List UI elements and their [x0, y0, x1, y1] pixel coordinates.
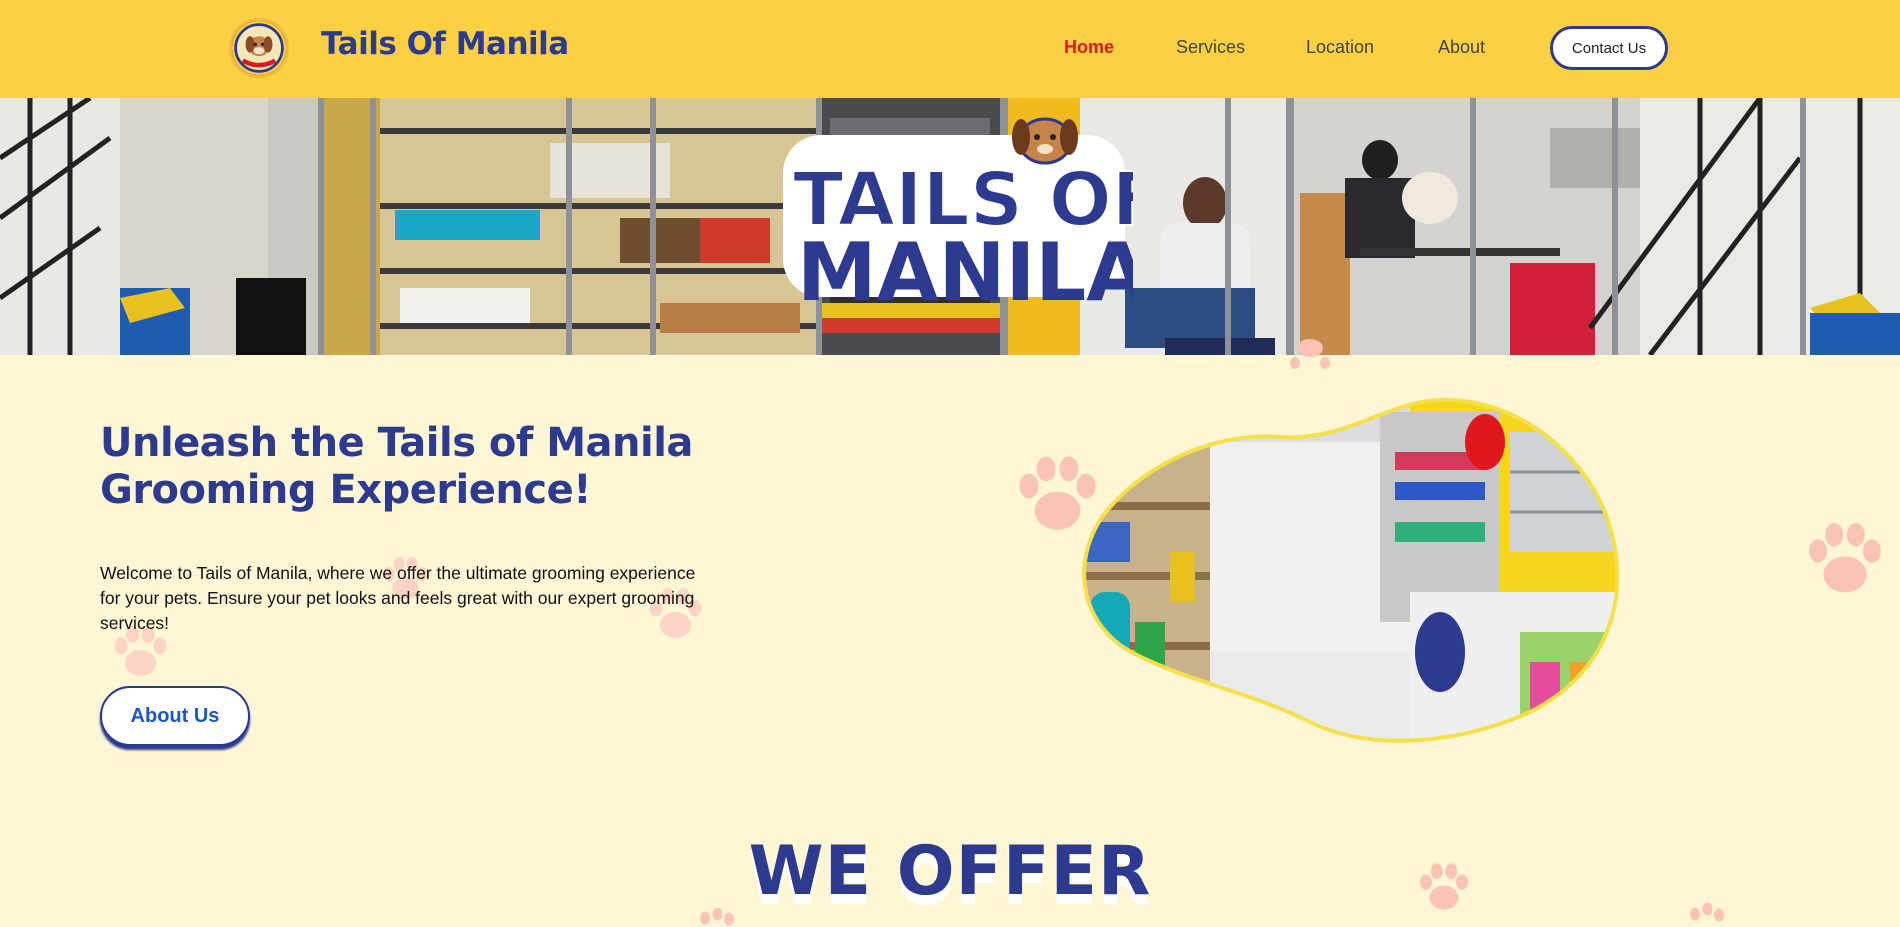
hero-logo: TAILS OF MANILA [775, 107, 1163, 319]
brand-logo-icon[interactable] [229, 18, 289, 78]
hero-intro-text: Welcome to Tails of Manila, where we off… [100, 563, 696, 633]
paw-icon [1290, 339, 1330, 369]
about-us-button[interactable]: About Us [100, 686, 250, 746]
hero-logo-line2: MANILA [797, 226, 1133, 302]
we-offer-heading: WE OFFER [748, 832, 1152, 911]
nav-link-location[interactable]: Location [1306, 37, 1374, 58]
nav-link-home[interactable]: Home [1064, 37, 1114, 58]
brand-name[interactable]: Tails Of Manila [321, 26, 569, 62]
nav-link-about[interactable]: About [1438, 37, 1485, 58]
top-navigation: Tails Of Manila Home Services Location A… [0, 0, 1900, 98]
shop-interior-image [1050, 392, 1650, 752]
hero-headline: Unleash the Tails of Manila Grooming Exp… [100, 420, 693, 513]
nav-link-services[interactable]: Services [1176, 37, 1245, 58]
paw-icon [1809, 523, 1881, 593]
contact-us-button[interactable]: Contact Us [1550, 26, 1668, 70]
